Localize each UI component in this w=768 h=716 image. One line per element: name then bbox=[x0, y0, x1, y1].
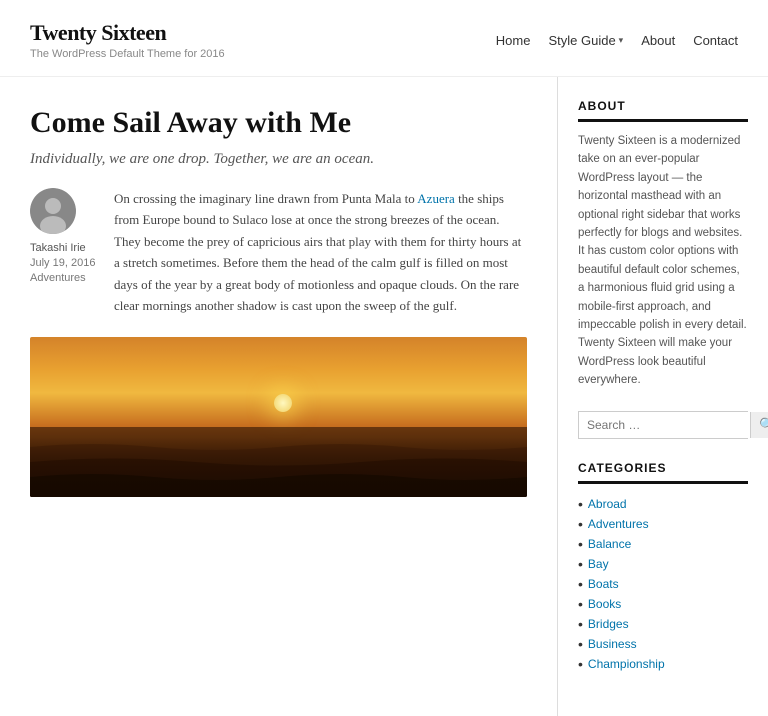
list-item: Balance bbox=[578, 534, 748, 554]
post-text: On crossing the imaginary line drawn fro… bbox=[114, 188, 527, 317]
category-boats[interactable]: Boats bbox=[588, 577, 619, 591]
author-name: Takashi Irie bbox=[30, 242, 100, 254]
image-overlay bbox=[30, 437, 527, 497]
list-item: Abroad bbox=[578, 494, 748, 514]
category-books[interactable]: Books bbox=[588, 597, 621, 611]
content-area: Come Sail Away with Me Individually, we … bbox=[0, 77, 768, 716]
nav-about[interactable]: About bbox=[641, 33, 675, 48]
sidebar-categories-title: CATEGORIES bbox=[578, 461, 748, 484]
search-icon: 🔍 bbox=[759, 417, 768, 432]
post-category: Adventures bbox=[30, 272, 100, 284]
search-input[interactable] bbox=[579, 412, 750, 438]
list-item: Business bbox=[578, 634, 748, 654]
avatar bbox=[30, 188, 76, 234]
post-subtitle: Individually, we are one drop. Together,… bbox=[30, 151, 527, 168]
sidebar: ABOUT Twenty Sixteen is a modernized tak… bbox=[558, 77, 768, 716]
search-button[interactable]: 🔍 bbox=[750, 412, 768, 438]
sidebar-search-section: 🔍 bbox=[578, 411, 748, 439]
post-title: Come Sail Away with Me bbox=[30, 105, 527, 141]
category-balance[interactable]: Balance bbox=[588, 537, 631, 551]
main-navigation: Home Style Guide ▾ About Contact bbox=[496, 33, 738, 48]
category-championship[interactable]: Championship bbox=[588, 657, 665, 671]
list-item: Adventures bbox=[578, 514, 748, 534]
category-abroad[interactable]: Abroad bbox=[588, 497, 627, 511]
category-adventures[interactable]: Adventures bbox=[588, 517, 649, 531]
post-link-azuera[interactable]: Azuera bbox=[417, 191, 455, 206]
nav-style-guide[interactable]: Style Guide ▾ bbox=[548, 33, 623, 48]
post-author-meta: Takashi Irie July 19, 2016 Adventures bbox=[30, 188, 100, 317]
site-description: The WordPress Default Theme for 2016 bbox=[30, 48, 225, 60]
nav-style-guide-label: Style Guide bbox=[548, 33, 615, 48]
list-item: Bridges bbox=[578, 614, 748, 634]
post-image bbox=[30, 337, 527, 497]
search-form: 🔍 bbox=[578, 411, 748, 439]
sun-decoration bbox=[274, 394, 292, 412]
chevron-down-icon: ▾ bbox=[619, 35, 624, 46]
list-item: Boats bbox=[578, 574, 748, 594]
categories-list: Abroad Adventures Balance Bay Boats Book… bbox=[578, 494, 748, 674]
site-branding: Twenty Sixteen The WordPress Default The… bbox=[30, 20, 225, 60]
category-bridges[interactable]: Bridges bbox=[588, 617, 629, 631]
sidebar-about-title: ABOUT bbox=[578, 99, 748, 122]
site-header: Twenty Sixteen The WordPress Default The… bbox=[0, 0, 768, 77]
main-content: Come Sail Away with Me Individually, we … bbox=[0, 77, 558, 716]
post-body-wrap: Takashi Irie July 19, 2016 Adventures On… bbox=[30, 188, 527, 317]
sidebar-categories-section: CATEGORIES Abroad Adventures Balance Bay… bbox=[578, 461, 748, 674]
list-item: Bay bbox=[578, 554, 748, 574]
post-article: Come Sail Away with Me Individually, we … bbox=[30, 105, 527, 497]
nav-contact[interactable]: Contact bbox=[693, 33, 738, 48]
category-bay[interactable]: Bay bbox=[588, 557, 609, 571]
list-item: Books bbox=[578, 594, 748, 614]
sidebar-about-text: Twenty Sixteen is a modernized take on a… bbox=[578, 132, 748, 389]
list-item: Championship bbox=[578, 654, 748, 674]
post-date: July 19, 2016 bbox=[30, 257, 100, 269]
nav-home[interactable]: Home bbox=[496, 33, 531, 48]
category-business[interactable]: Business bbox=[588, 637, 637, 651]
sidebar-about-section: ABOUT Twenty Sixteen is a modernized tak… bbox=[578, 99, 748, 389]
site-title: Twenty Sixteen bbox=[30, 20, 225, 46]
